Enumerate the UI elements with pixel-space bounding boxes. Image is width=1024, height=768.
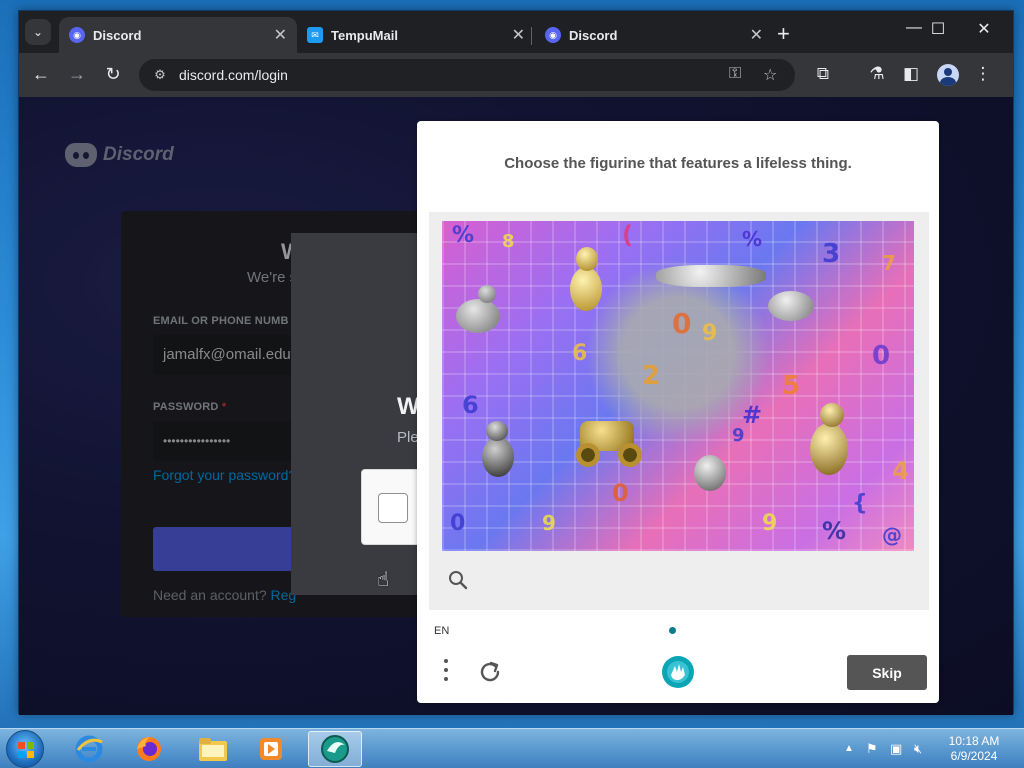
firefox-icon[interactable] xyxy=(122,731,176,767)
verification-subtitle: Ple xyxy=(397,429,419,446)
discord-login-page: Discord W We're s EMAIL OR PHONE NUMB ja… xyxy=(19,97,1013,715)
tab-discord-1[interactable]: ◉ Discord ✕ xyxy=(59,17,297,53)
maximize-button[interactable]: ☐ xyxy=(915,19,961,39)
tab-discord-2[interactable]: ◉ Discord ✕ xyxy=(535,17,773,53)
menu-dots-icon[interactable] xyxy=(443,659,449,685)
action-center-flag-icon[interactable]: ⚑ xyxy=(866,741,878,757)
challenge-prompt: Choose the figurine that features a life… xyxy=(504,155,852,172)
site-info-icon[interactable]: ⚙ xyxy=(149,64,171,86)
browser-toolbar: ← → ↻ ⚙ discord.com/login ⚿ ☆ ⧉ ⚗ ◧ ⋮ xyxy=(19,53,1013,97)
file-explorer-icon[interactable] xyxy=(186,731,240,767)
back-button[interactable]: ← xyxy=(29,64,53,85)
figurine-fox-gold[interactable] xyxy=(562,241,610,317)
close-tab-icon[interactable]: ✕ xyxy=(512,25,525,45)
figurine-hamster-silver[interactable] xyxy=(690,449,730,495)
figurine-tractor-gold[interactable] xyxy=(572,417,644,471)
discord-favicon-icon: ◉ xyxy=(545,27,561,43)
zoom-magnifier-icon[interactable] xyxy=(447,569,469,591)
media-player-icon[interactable] xyxy=(244,731,298,767)
url-text: discord.com/login xyxy=(179,67,288,83)
refresh-icon[interactable] xyxy=(477,659,503,685)
more-menu-icon[interactable]: ⋮ xyxy=(971,64,995,84)
active-app-icon[interactable] xyxy=(308,731,362,767)
password-key-icon[interactable]: ⚿ xyxy=(729,65,741,83)
skip-button[interactable]: Skip xyxy=(847,655,927,690)
tab-title: Discord xyxy=(569,27,618,43)
taskbar: ▲ ⚑ ▣ 🔇︎ 10:18 AM 6/9/2024 xyxy=(0,728,1024,768)
reload-button[interactable]: ↻ xyxy=(101,64,125,85)
new-tab-button[interactable]: + xyxy=(777,21,790,47)
tab-title: Discord xyxy=(93,27,142,43)
network-icon[interactable]: ▣ xyxy=(890,741,902,757)
browser-window: ⌄ ◉ Discord ✕ ✉ TempuMail ✕ ◉ Discord ✕ … xyxy=(18,10,1014,715)
challenge-task-area: % 8 ( % 3 7 0 9 6 2 5 0 6 # 9 4 0 9 0 9 … xyxy=(429,212,929,610)
language-selector[interactable]: EN xyxy=(434,625,449,637)
clock-date: 6/9/2024 xyxy=(950,749,998,763)
tab-tempumail[interactable]: ✉ TempuMail ✕ xyxy=(297,17,535,53)
figurine-mouse-gold[interactable] xyxy=(802,397,856,481)
figurine-mouse-dark[interactable] xyxy=(476,417,520,483)
side-panel-icon[interactable]: ◧ xyxy=(899,64,923,84)
system-clock[interactable]: 10:18 AM 6/9/2024 xyxy=(944,734,1004,764)
internet-explorer-icon[interactable] xyxy=(62,731,116,767)
close-tab-icon[interactable]: ✕ xyxy=(274,25,287,45)
close-tab-icon[interactable]: ✕ xyxy=(750,25,763,45)
clock-time: 10:18 AM xyxy=(948,734,1000,748)
labs-flask-icon[interactable]: ⚗ xyxy=(865,64,889,84)
address-bar[interactable]: ⚙ discord.com/login ⚿ ☆ xyxy=(139,59,795,91)
figurine-kangaroo[interactable] xyxy=(450,279,506,345)
bookmark-star-icon[interactable]: ☆ xyxy=(763,65,777,85)
tab-separator xyxy=(531,27,532,45)
challenge-image[interactable]: % 8 ( % 3 7 0 9 6 2 5 0 6 # 9 4 0 9 0 9 … xyxy=(442,221,914,551)
figurine-rat-silver[interactable] xyxy=(762,281,822,331)
tempumail-favicon-icon: ✉ xyxy=(307,27,323,43)
tab-title: TempuMail xyxy=(331,27,398,43)
hcaptcha-logo-icon xyxy=(662,656,694,688)
forward-button[interactable]: → xyxy=(65,64,89,85)
start-button[interactable] xyxy=(6,730,44,768)
pagination-dot xyxy=(669,627,676,634)
tab-search-button[interactable]: ⌄ xyxy=(25,19,51,45)
profile-avatar-icon[interactable] xyxy=(937,64,959,86)
hcaptcha-checkbox[interactable] xyxy=(378,493,408,523)
close-window-button[interactable]: ✕ xyxy=(961,19,1007,39)
discord-favicon-icon: ◉ xyxy=(69,27,85,43)
tab-strip: ⌄ ◉ Discord ✕ ✉ TempuMail ✕ ◉ Discord ✕ … xyxy=(19,11,1013,53)
hcaptcha-challenge: Choose the figurine that features a life… xyxy=(417,121,939,703)
hand-cursor-icon: ☝ xyxy=(377,569,390,591)
figurine-crocodile[interactable] xyxy=(656,253,766,297)
extensions-icon[interactable]: ⧉ xyxy=(811,64,835,84)
tray-expand-icon[interactable]: ▲ xyxy=(844,743,854,754)
volume-muted-icon[interactable]: 🔇︎ xyxy=(914,741,922,757)
